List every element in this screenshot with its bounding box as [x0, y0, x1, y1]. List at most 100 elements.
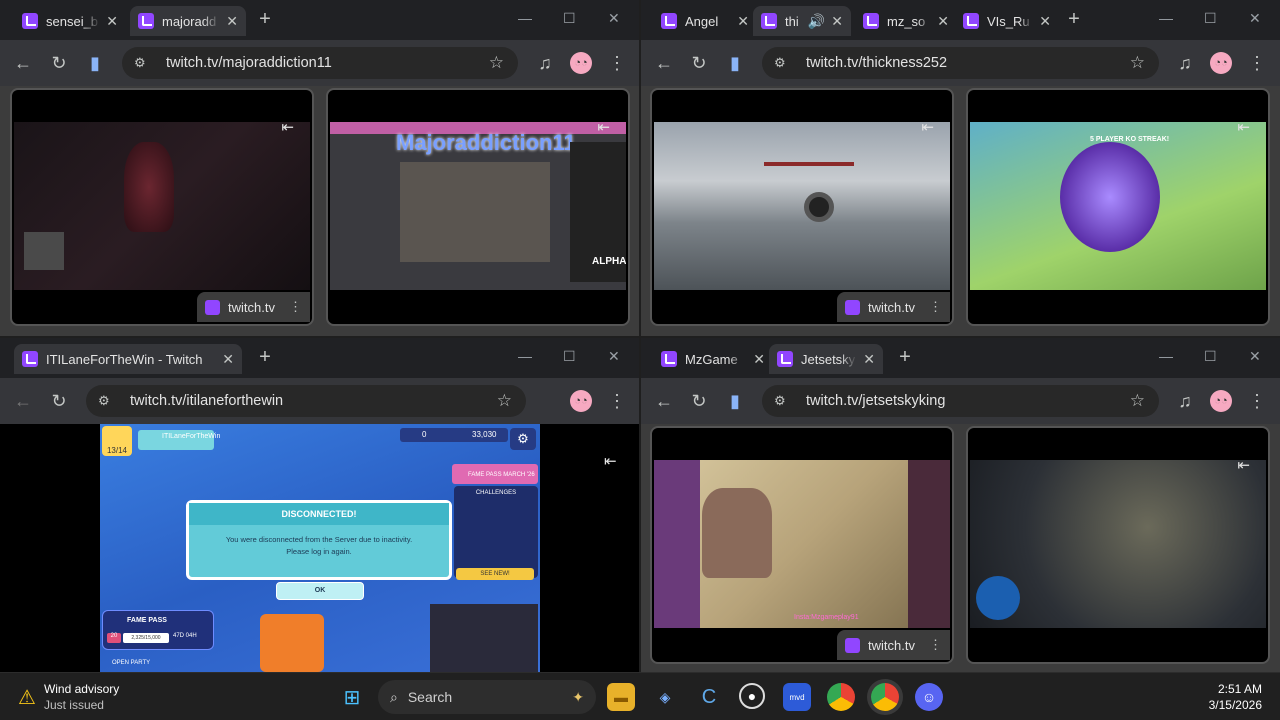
- reload-icon[interactable]: ↻: [688, 52, 710, 74]
- tab-jetsetskyking[interactable]: Jetsetsky ✕: [769, 344, 883, 374]
- new-tab-button[interactable]: +: [252, 346, 278, 369]
- tab-mzgame[interactable]: MzGame ✕: [653, 344, 773, 374]
- profile-avatar[interactable]: ◔◔: [570, 52, 592, 74]
- media-control-icon[interactable]: ♫: [534, 52, 556, 74]
- site-info-icon[interactable]: ⚙: [134, 55, 154, 71]
- audio-playing-icon[interactable]: 🔊: [808, 13, 825, 30]
- weather-widget[interactable]: ⚠ Wind advisory Just issued: [18, 681, 119, 713]
- close-tab-icon[interactable]: ✕: [1039, 13, 1051, 30]
- close-tab-icon[interactable]: ✕: [831, 13, 843, 30]
- minimize-button[interactable]: —: [518, 348, 532, 364]
- mvd-app-icon[interactable]: mvd: [783, 683, 811, 711]
- address-bar[interactable]: ⚙ twitch.tv/majoraddiction11 ☆: [122, 47, 518, 79]
- tab-angel[interactable]: Angel ✕: [653, 6, 757, 36]
- chrome-icon[interactable]: [827, 683, 855, 711]
- close-window-button[interactable]: ✕: [608, 10, 620, 27]
- close-window-button[interactable]: ✕: [1249, 348, 1261, 365]
- site-info-icon[interactable]: ⚙: [98, 393, 118, 409]
- split-view-icon[interactable]: ▮: [724, 390, 746, 412]
- profile-avatar[interactable]: ◔◔: [570, 390, 592, 412]
- close-tab-icon[interactable]: ✕: [106, 13, 118, 30]
- fame-pass-banner[interactable]: FAME PASS MARCH '26: [452, 464, 538, 484]
- close-tab-icon[interactable]: ✕: [863, 351, 875, 368]
- reload-icon[interactable]: ↻: [48, 52, 70, 74]
- more-options-icon[interactable]: ⋮: [929, 637, 942, 653]
- tab-mz-so[interactable]: mz_so ✕: [855, 6, 957, 36]
- source-chip[interactable]: twitch.tv ⋮: [197, 292, 310, 322]
- tab-majoraddiction[interactable]: majoradd ✕: [130, 6, 246, 36]
- close-tab-icon[interactable]: ✕: [737, 13, 749, 30]
- minimize-button[interactable]: —: [1159, 348, 1173, 364]
- bookmark-star-icon[interactable]: ☆: [1130, 53, 1145, 73]
- video-card-1[interactable]: Insta:Mzgameplay91 twitch.tv ⋮: [650, 426, 954, 664]
- tab-vis-ru[interactable]: VIs_Ru ✕: [955, 6, 1059, 36]
- ok-button[interactable]: OK: [276, 582, 364, 600]
- video-card-1[interactable]: ⇤ twitch.tv ⋮: [10, 88, 314, 326]
- reload-icon[interactable]: ↻: [48, 390, 70, 412]
- app-icon-slack-like[interactable]: ◈: [651, 683, 679, 711]
- maximize-button[interactable]: ☐: [563, 10, 576, 27]
- back-icon[interactable]: ←: [653, 52, 675, 74]
- close-window-button[interactable]: ✕: [1249, 10, 1261, 27]
- menu-icon[interactable]: ⋮: [606, 390, 628, 412]
- video-card-1[interactable]: ⇤ twitch.tv ⋮: [650, 88, 954, 326]
- video-card-2[interactable]: ⇤: [966, 426, 1270, 664]
- more-options-icon[interactable]: ⋮: [929, 299, 942, 315]
- address-bar[interactable]: ⚙ twitch.tv/thickness252 ☆: [762, 47, 1159, 79]
- menu-icon[interactable]: ⋮: [1246, 390, 1268, 412]
- bookmark-star-icon[interactable]: ☆: [497, 391, 512, 411]
- address-bar[interactable]: ⚙ twitch.tv/jetsetskyking ☆: [762, 385, 1159, 417]
- tab-itilane[interactable]: ITILaneForTheWin - Twitch ✕: [14, 344, 242, 374]
- back-to-tab-icon[interactable]: ⇤: [1237, 456, 1250, 474]
- close-tab-icon[interactable]: ✕: [226, 13, 238, 30]
- back-to-tab-icon[interactable]: ⇤: [281, 118, 294, 136]
- menu-icon[interactable]: ⋮: [606, 52, 628, 74]
- see-new-button[interactable]: SEE NEW!: [456, 568, 534, 580]
- back-icon[interactable]: ←: [12, 390, 34, 412]
- split-view-icon[interactable]: ▮: [84, 52, 106, 74]
- back-icon[interactable]: ←: [653, 390, 675, 412]
- source-chip[interactable]: twitch.tv ⋮: [837, 630, 950, 660]
- new-tab-button[interactable]: +: [252, 8, 278, 31]
- bookmark-star-icon[interactable]: ☆: [489, 53, 504, 73]
- profile-avatar[interactable]: ◔◔: [1210, 390, 1232, 412]
- bookmark-star-icon[interactable]: ☆: [1130, 391, 1145, 411]
- site-info-icon[interactable]: ⚙: [774, 55, 794, 71]
- taskbar-search[interactable]: ⌕ Search ✦: [378, 680, 596, 714]
- media-control-icon[interactable]: ♫: [1174, 390, 1196, 412]
- close-window-button[interactable]: ✕: [608, 348, 620, 365]
- video-card-2[interactable]: Majoraddiction11 ALPHA ⇤: [326, 88, 630, 326]
- chrome-profile-icon[interactable]: [871, 683, 899, 711]
- tab-thickness[interactable]: thi 🔊 ✕: [753, 6, 851, 36]
- back-to-tab-icon[interactable]: ⇤: [921, 118, 934, 136]
- start-windows-icon[interactable]: ⊞: [338, 683, 366, 711]
- maximize-button[interactable]: ☐: [1204, 348, 1217, 365]
- open-party-label[interactable]: OPEN PARTY: [112, 660, 150, 666]
- reload-icon[interactable]: ↻: [688, 390, 710, 412]
- obs-icon[interactable]: ●: [739, 683, 765, 709]
- split-view-icon[interactable]: ▮: [724, 52, 746, 74]
- maximize-button[interactable]: ☐: [1204, 10, 1217, 27]
- maximize-button[interactable]: ☐: [563, 348, 576, 365]
- tab-sensei[interactable]: sensei_b ✕: [14, 6, 126, 36]
- close-tab-icon[interactable]: ✕: [937, 13, 949, 30]
- discord-icon[interactable]: ☺: [915, 683, 943, 711]
- minimize-button[interactable]: —: [518, 10, 532, 26]
- settings-gear-icon[interactable]: ⚙: [510, 428, 536, 450]
- close-tab-icon[interactable]: ✕: [753, 351, 765, 368]
- back-to-tab-icon[interactable]: ⇤: [1237, 118, 1250, 136]
- system-clock[interactable]: 2:51 AM 3/15/2026: [1209, 681, 1262, 713]
- back-to-tab-icon[interactable]: ⇤: [597, 118, 610, 136]
- address-bar[interactable]: ⚙ twitch.tv/itilaneforthewin ☆: [86, 385, 526, 417]
- video-card-2[interactable]: 5 PLAYER KO STREAK! ⇤: [966, 88, 1270, 326]
- minimize-button[interactable]: —: [1159, 10, 1173, 26]
- more-options-icon[interactable]: ⋮: [289, 299, 302, 315]
- new-tab-button[interactable]: +: [1061, 8, 1087, 31]
- file-explorer-icon[interactable]: ▬: [607, 683, 635, 711]
- back-icon[interactable]: ←: [12, 52, 34, 74]
- media-control-icon[interactable]: ♫: [1174, 52, 1196, 74]
- fame-pass-card[interactable]: FAME PASS 20 2,325/15,000 47D 04H: [102, 610, 214, 650]
- back-to-tab-icon[interactable]: ⇤: [604, 452, 617, 470]
- app-icon-c[interactable]: C: [695, 683, 723, 711]
- menu-icon[interactable]: ⋮: [1246, 52, 1268, 74]
